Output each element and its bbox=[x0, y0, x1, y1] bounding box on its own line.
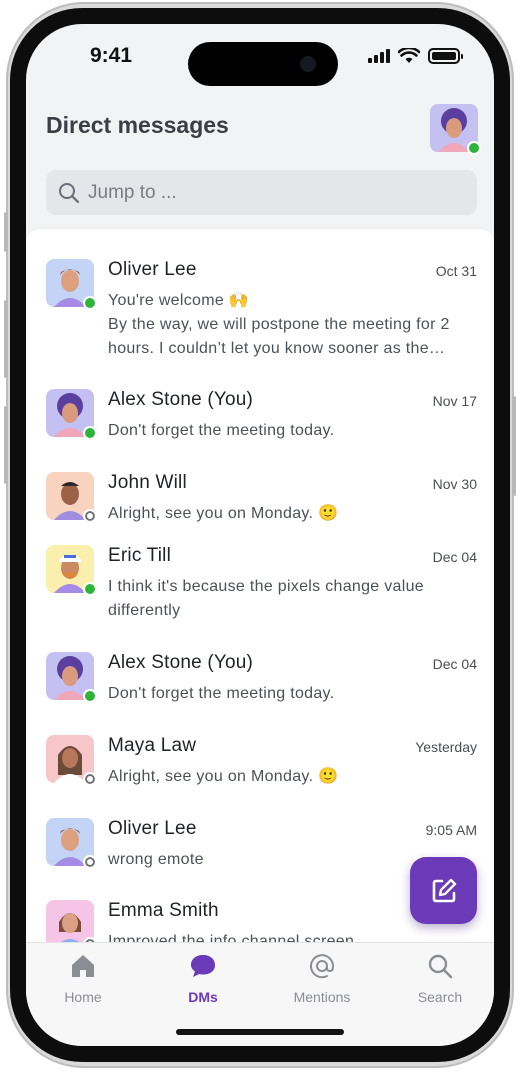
message-date: Nov 17 bbox=[432, 393, 477, 409]
screen: 9:41 Direct messages Jump to ... Oliver … bbox=[26, 24, 494, 1046]
nav-mentions[interactable]: Mentions bbox=[272, 951, 372, 1005]
avatar bbox=[46, 735, 97, 786]
avatar bbox=[46, 652, 97, 703]
home-indicator[interactable] bbox=[176, 1029, 344, 1035]
avatar bbox=[46, 389, 97, 440]
dynamic-island bbox=[188, 42, 338, 86]
online-status-indicator bbox=[467, 141, 481, 155]
message-date: 9:05 AM bbox=[425, 822, 477, 838]
avatar bbox=[46, 900, 97, 942]
cellular-signal-icon bbox=[368, 49, 390, 63]
camera-icon bbox=[300, 56, 316, 72]
power-button bbox=[512, 396, 516, 496]
search-input[interactable] bbox=[88, 181, 458, 204]
chat-bubble-icon bbox=[191, 955, 215, 977]
nav-search[interactable]: Search bbox=[390, 951, 490, 1005]
contact-name: John Will bbox=[108, 472, 187, 493]
avatar bbox=[46, 472, 97, 523]
message-preview: Don't forget the meeting today. bbox=[108, 685, 335, 702]
online-status-indicator bbox=[83, 296, 97, 310]
message-date: Dec 04 bbox=[432, 656, 477, 672]
avatar bbox=[46, 818, 97, 869]
message-preview: I think it's because the pixels change v… bbox=[108, 578, 424, 619]
message-date: Nov 30 bbox=[432, 476, 477, 492]
search-icon bbox=[59, 182, 80, 203]
contact-name: Oliver Lee bbox=[108, 818, 197, 839]
contact-name: Emma Smith bbox=[108, 900, 219, 921]
avatar bbox=[46, 545, 97, 596]
nav-dms[interactable]: DMs bbox=[153, 951, 253, 1005]
contact-name: Eric Till bbox=[108, 545, 172, 566]
avatar bbox=[46, 259, 97, 310]
profile-avatar[interactable] bbox=[430, 104, 481, 155]
message-date: Dec 04 bbox=[432, 549, 477, 565]
nav-label: Search bbox=[417, 989, 463, 1005]
conversation-item[interactable]: Alex Stone (You) Nov 17 Don't forget the… bbox=[26, 389, 494, 451]
compose-message-button[interactable] bbox=[410, 857, 477, 924]
away-status-indicator bbox=[83, 772, 97, 786]
bottom-navigation: Home DMs Mentions Search bbox=[26, 942, 494, 1046]
conversation-list: Oliver Lee Oct 31 You're welcome 🙌 By th… bbox=[26, 228, 494, 942]
nav-label: DMs bbox=[188, 989, 218, 1005]
message-preview: Don't forget the meeting today. bbox=[108, 422, 335, 439]
nav-home[interactable]: Home bbox=[33, 951, 133, 1005]
conversation-item[interactable]: Eric Till Dec 04 I think it's because th… bbox=[26, 545, 494, 631]
conversation-item[interactable]: Oliver Lee Oct 31 You're welcome 🙌 By th… bbox=[26, 259, 494, 369]
nav-label: Mentions bbox=[293, 989, 351, 1005]
mute-switch bbox=[4, 212, 8, 252]
online-status-indicator bbox=[83, 689, 97, 703]
status-time: 9:41 bbox=[90, 44, 133, 67]
status-icons bbox=[368, 48, 463, 64]
conversation-item[interactable]: Maya Law Yesterday Alright, see you on M… bbox=[26, 735, 494, 797]
contact-name: Oliver Lee bbox=[108, 259, 197, 280]
message-date: Yesterday bbox=[415, 739, 477, 755]
away-status-indicator bbox=[83, 855, 97, 869]
message-preview: You're welcome 🙌 bbox=[108, 292, 250, 309]
wifi-icon bbox=[398, 48, 420, 63]
conversation-item[interactable]: Alex Stone (You) Dec 04 Don't forget the… bbox=[26, 652, 494, 714]
message-preview: Alright, see you on Monday. 🙂 bbox=[108, 505, 339, 522]
battery-icon bbox=[428, 48, 463, 64]
message-preview: Improved the info channel screen bbox=[108, 933, 355, 942]
search-icon bbox=[428, 954, 453, 979]
contact-name: Alex Stone (You) bbox=[108, 389, 254, 410]
search-bar[interactable] bbox=[46, 170, 477, 215]
conversation-item[interactable]: John Will Nov 30 Alright, see you on Mon… bbox=[26, 472, 494, 534]
message-preview: Alright, see you on Monday. 🙂 bbox=[108, 768, 339, 785]
volume-up-button bbox=[4, 300, 8, 378]
nav-label: Home bbox=[64, 989, 102, 1005]
message-date: Oct 31 bbox=[435, 263, 477, 279]
at-icon bbox=[310, 954, 335, 979]
home-icon bbox=[72, 955, 94, 977]
message-preview-continued: By the way, we will postpone the meeting… bbox=[108, 316, 450, 357]
online-status-indicator bbox=[83, 582, 97, 596]
online-status-indicator bbox=[83, 426, 97, 440]
contact-name: Alex Stone (You) bbox=[108, 652, 254, 673]
contact-name: Maya Law bbox=[108, 735, 197, 756]
page-title: Direct messages bbox=[46, 112, 229, 138]
away-status-indicator bbox=[83, 509, 97, 523]
compose-icon bbox=[432, 878, 456, 902]
volume-down-button bbox=[4, 406, 8, 484]
